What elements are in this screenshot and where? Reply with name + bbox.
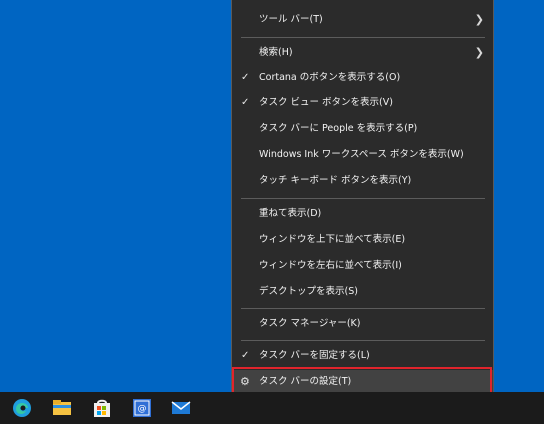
menu-item-stack[interactable]: ウィンドウを上下に並べて表示(E) — [232, 228, 493, 252]
menu-item-label: タスク バーの設定(T) — [259, 376, 352, 387]
menu-item-label: タスク バーに People を表示する(P) — [259, 123, 418, 134]
menu-separator — [241, 308, 485, 309]
menu-item-side-by-side[interactable]: ウィンドウを左右に並べて表示(I) — [232, 254, 493, 278]
menu-item-show-windows-ink[interactable]: Windows Ink ワークスペース ボタンを表示(W) — [232, 143, 493, 167]
menu-item-label: Windows Ink ワークスペース ボタンを表示(W) — [259, 149, 464, 160]
menu-item-label: 検索(H) — [259, 47, 293, 58]
menu-item-task-manager[interactable]: タスク マネージャー(K) — [232, 312, 493, 336]
menu-item-label: 重ねて表示(D) — [259, 208, 322, 219]
menu-separator — [241, 198, 485, 199]
menu-item-taskbar-settings[interactable]: ⚙ タスク バーの設定(T) — [232, 370, 493, 394]
menu-separator — [241, 340, 485, 341]
menu-item-show-cortana[interactable]: ✓ Cortana のボタンを表示する(O) — [232, 66, 493, 90]
menu-item-label: タスク ビュー ボタンを表示(V) — [259, 97, 393, 108]
mail-icon[interactable] — [170, 397, 192, 419]
menu-item-show-people[interactable]: タスク バーに People を表示する(P) — [232, 117, 493, 141]
menu-item-label: ウィンドウを上下に並べて表示(E) — [259, 234, 406, 245]
svg-text:@: @ — [138, 404, 147, 414]
menu-item-label: ウィンドウを左右に並べて表示(I) — [259, 260, 402, 271]
menu-item-label: タスク マネージャー(K) — [259, 318, 361, 329]
menu-item-label: タスク バーを固定する(L) — [259, 350, 370, 361]
taskbar: @ — [0, 392, 544, 424]
menu-separator — [241, 37, 485, 38]
menu-item-label: タッチ キーボード ボタンを表示(Y) — [259, 175, 412, 186]
menu-item-toolbars[interactable]: ツール バー(T) ❯ — [232, 8, 493, 32]
menu-item-show-desktop[interactable]: デスクトップを表示(S) — [232, 280, 493, 304]
gear-icon: ⚙ — [240, 375, 250, 388]
checkmark-icon: ✓ — [241, 97, 250, 108]
menu-item-cascade[interactable]: 重ねて表示(D) — [232, 202, 493, 226]
chevron-right-icon: ❯ — [474, 13, 484, 26]
mail-app-icon[interactable]: @ — [131, 397, 153, 419]
taskbar-context-menu: ツール バー(T) ❯ 検索(H) ❯ ✓ Cortana のボタンを表示する(… — [231, 0, 494, 401]
file-explorer-icon[interactable] — [51, 397, 73, 419]
menu-item-label: デスクトップを表示(S) — [259, 286, 358, 297]
checkmark-icon: ✓ — [241, 350, 250, 361]
menu-item-show-task-view[interactable]: ✓ タスク ビュー ボタンを表示(V) — [232, 91, 493, 115]
store-icon[interactable] — [91, 397, 113, 419]
menu-item-search[interactable]: 検索(H) ❯ — [232, 41, 493, 65]
chevron-right-icon: ❯ — [474, 46, 484, 59]
edge-icon[interactable] — [11, 397, 33, 419]
menu-item-lock-taskbar[interactable]: ✓ タスク バーを固定する(L) — [232, 344, 493, 368]
menu-item-show-touch-keyboard[interactable]: タッチ キーボード ボタンを表示(Y) — [232, 169, 493, 193]
checkmark-icon: ✓ — [241, 72, 250, 83]
menu-item-label: Cortana のボタンを表示する(O) — [259, 72, 401, 83]
menu-item-label: ツール バー(T) — [259, 14, 323, 25]
